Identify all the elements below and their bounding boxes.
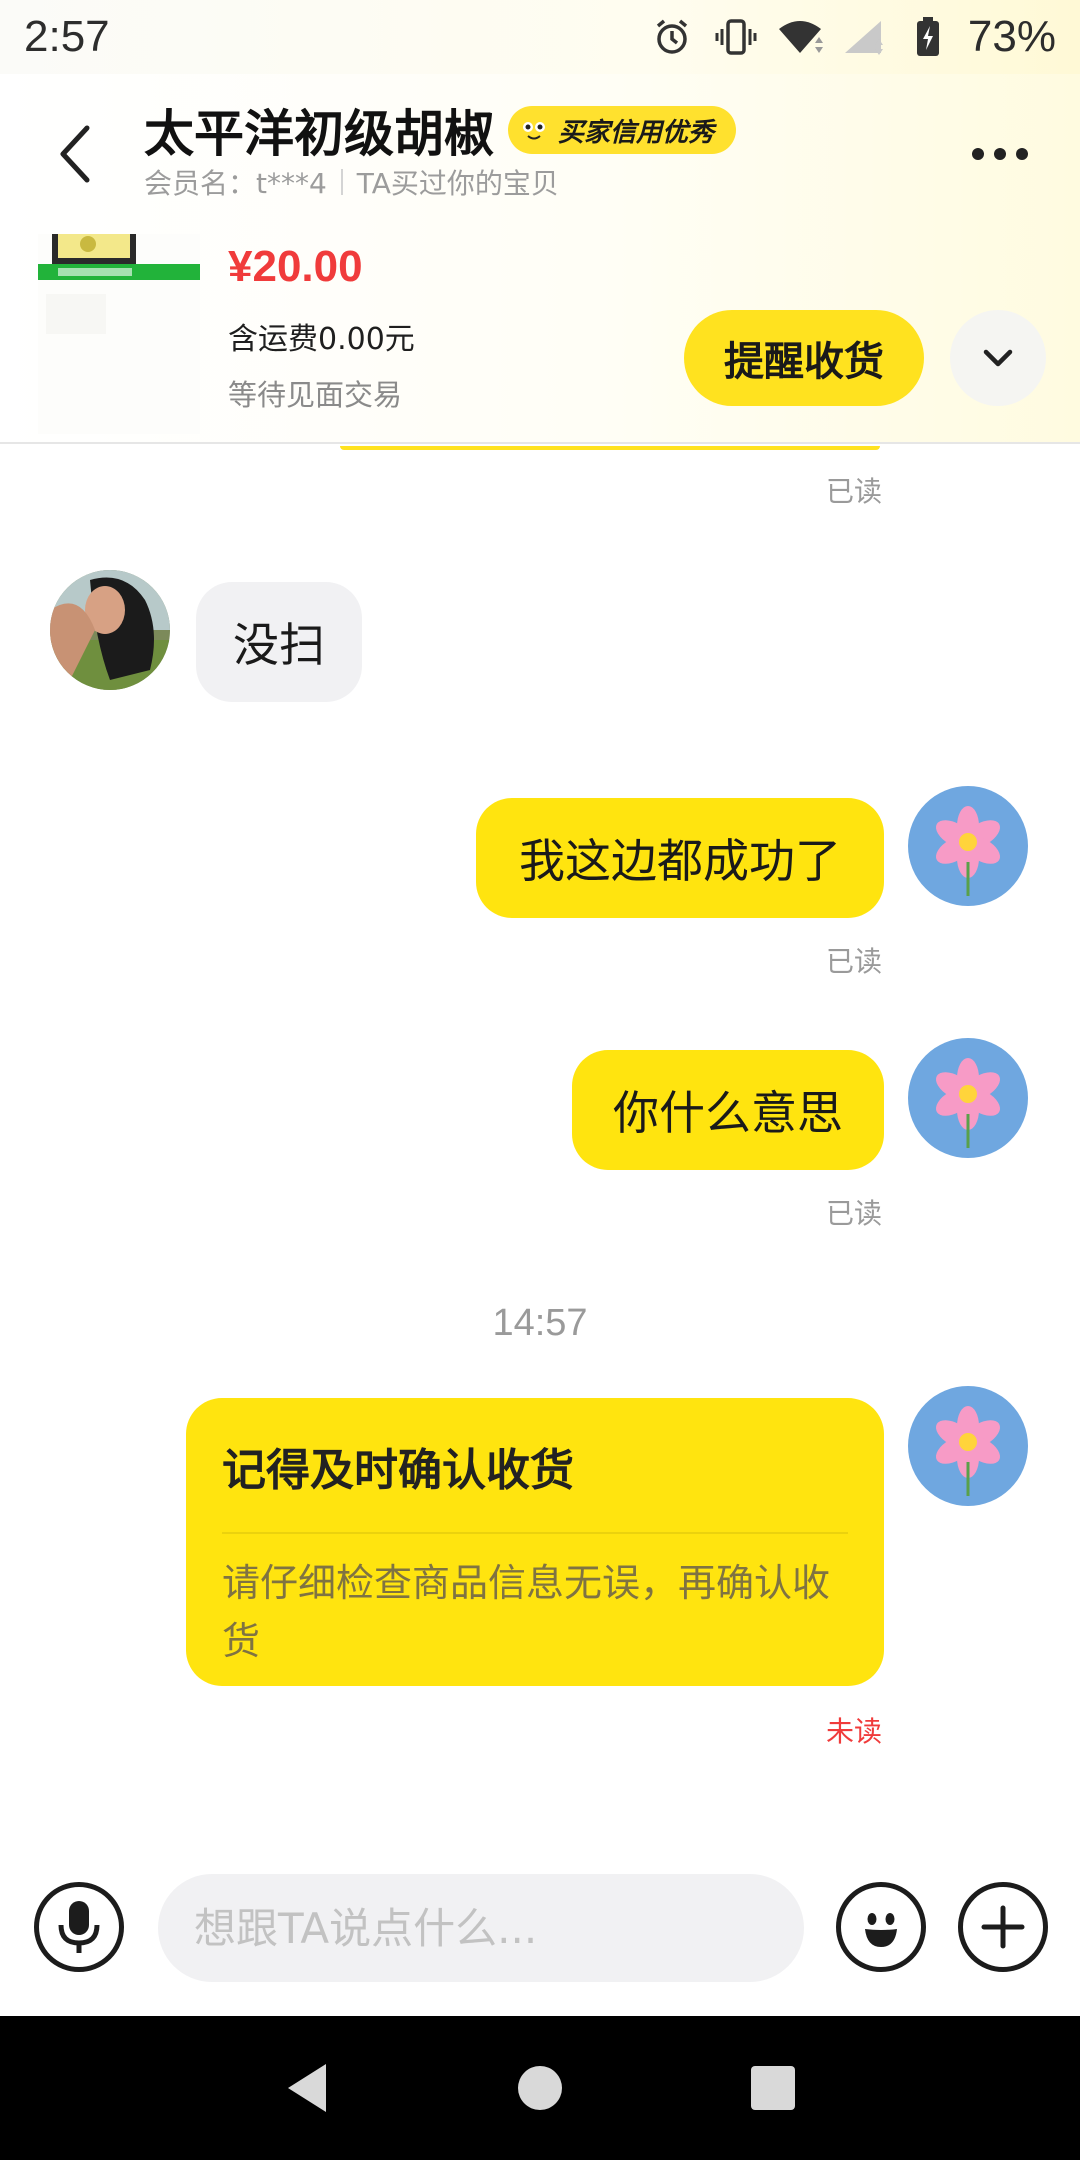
read-status: 已读 — [826, 945, 883, 978]
nav-back-button[interactable] — [267, 2048, 347, 2128]
flower-avatar-icon — [908, 1038, 1028, 1158]
battery-percent: 73% — [967, 12, 1056, 61]
dot — [1016, 148, 1028, 160]
my-avatar[interactable] — [908, 1386, 1028, 1506]
vibrate-icon — [712, 13, 760, 61]
more-actions-button[interactable] — [958, 1882, 1048, 1972]
signal-icon — [840, 13, 888, 61]
confirm-receipt-card[interactable]: 记得及时确认收货 请仔细检查商品信息无误，再确认收货 — [186, 1398, 884, 1686]
previous-bubble-edge — [340, 446, 880, 450]
status-bar: 2:57 73% — [0, 0, 1080, 74]
message-input[interactable] — [158, 1874, 804, 1982]
more-options-button[interactable] — [960, 124, 1040, 184]
mascot-icon — [518, 114, 550, 146]
title-row: 太平洋初级胡椒 买家信用优秀 — [144, 94, 737, 166]
card-body: 请仔细检查商品信息无误，再确认收货 — [222, 1561, 831, 1663]
chat-header: 太平洋初级胡椒 买家信用优秀 会员名：t***4 TA买过你的宝贝 ¥20.00… — [0, 74, 1080, 444]
status-icons: 73% — [648, 12, 1056, 62]
plus-icon — [981, 1905, 1025, 1949]
card-divider — [222, 1532, 848, 1534]
wifi-icon — [776, 13, 824, 61]
flower-avatar-icon — [908, 1386, 1028, 1506]
emoji-icon — [865, 1913, 897, 1947]
time-divider: 14:57 — [492, 1302, 588, 1344]
subtitle-row: 会员名：t***4 TA买过你的宝贝 — [144, 162, 559, 202]
read-status: 已读 — [826, 1197, 883, 1230]
recents-square-icon — [751, 2066, 796, 2110]
member-name: 会员名：t***4 — [144, 167, 327, 200]
expand-order-button[interactable] — [950, 310, 1046, 406]
my-avatar[interactable] — [908, 786, 1028, 906]
my-avatar[interactable] — [908, 1038, 1028, 1158]
message-bubble-sent[interactable]: 我这边都成功了 — [476, 798, 884, 918]
credit-badge-label: 买家信用优秀 — [558, 117, 715, 148]
home-circle-icon — [517, 2066, 562, 2110]
remind-receipt-button[interactable]: 提醒收货 — [684, 310, 924, 406]
message-bubble-received[interactable]: 没扫 — [196, 582, 362, 702]
system-nav-bar — [0, 2016, 1080, 2160]
back-button[interactable] — [40, 104, 110, 204]
contact-avatar[interactable] — [50, 570, 170, 690]
nav-recents-button[interactable] — [733, 2048, 813, 2128]
credit-badge[interactable]: 买家信用优秀 — [508, 106, 737, 154]
voice-input-button[interactable] — [34, 1882, 124, 1972]
message-bubble-sent[interactable]: 你什么意思 — [572, 1050, 884, 1170]
emoji-button[interactable] — [836, 1882, 926, 1972]
back-triangle-icon — [287, 2064, 326, 2112]
chat-messages[interactable]: 已读 没扫 我这边都成功了 已读 你什么意思 已读 14:57 记得及时确认收货… — [0, 446, 1080, 1866]
bought-before-label: TA买过你的宝贝 — [356, 167, 559, 200]
back-arrow-icon — [60, 125, 90, 183]
subtitle-divider — [340, 169, 343, 195]
dot — [972, 148, 984, 160]
product-image — [38, 234, 200, 434]
unread-status: 未读 — [826, 1715, 883, 1748]
dot — [994, 148, 1006, 160]
avatar-image — [50, 570, 170, 690]
flower-avatar-icon — [908, 786, 1028, 906]
chevron-down-icon — [983, 349, 1013, 367]
status-time: 2:57 — [24, 12, 110, 61]
card-title: 记得及时确认收货 — [222, 1445, 574, 1496]
microphone-icon — [58, 1901, 100, 1953]
battery-icon — [904, 13, 952, 61]
shipping-fee: 含运费0.00元 — [228, 322, 415, 357]
input-bar — [0, 1866, 1080, 2016]
alarm-icon — [648, 13, 696, 61]
nav-home-button[interactable] — [500, 2048, 580, 2128]
order-status: 等待见面交易 — [228, 378, 403, 412]
read-status: 已读 — [826, 475, 883, 508]
product-price: ¥20.00 — [228, 242, 363, 291]
product-thumbnail[interactable] — [38, 234, 200, 434]
contact-name[interactable]: 太平洋初级胡椒 — [144, 94, 494, 166]
